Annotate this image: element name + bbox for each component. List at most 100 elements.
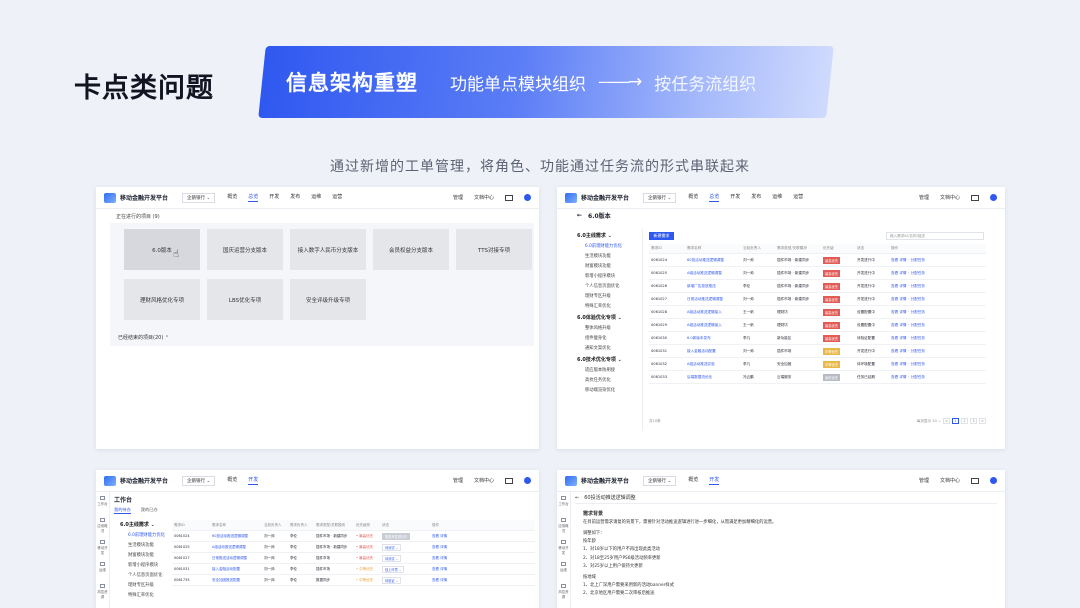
- table-row[interactable]: 0061027 日常活动推送逻辑调整 刘一帅 插件市场 · 新建同步 最高优先 开发进行中…: [649, 293, 986, 306]
- tree-item[interactable]: 6.0前理财能力优化: [571, 241, 642, 251]
- tab-todo[interactable]: 我的待办: [114, 507, 131, 514]
- requirement-name-link[interactable]: 日常推送活动逻辑调整: [212, 556, 264, 561]
- requirement-name-link[interactable]: 后端数据流优化: [687, 375, 743, 380]
- row-actions[interactable]: 查看 详情 ･ 分配任务: [891, 297, 986, 302]
- avatar[interactable]: [990, 194, 997, 201]
- table-row[interactable]: 0061026 新增广告投放推送 李伦 插件市场 · 新建同步 最高优先 开发进行中 查看 …: [649, 280, 986, 293]
- status-select[interactable]: 待测试 ⌄: [382, 543, 432, 551]
- avatar[interactable]: [524, 477, 531, 484]
- docs-link[interactable]: 文档中心: [940, 477, 960, 484]
- requirement-name-link[interactable]: A组活动推送逻辑接入: [687, 323, 743, 328]
- table-row[interactable]: 0061027 日常推送活动逻辑调整 刘一帅 李伦 插件市场 • 最高优先 待测试 ⌄ 查看 …: [172, 553, 535, 564]
- rail-item-overview[interactable]: 应用概况: [557, 514, 570, 536]
- nav-item[interactable]: 发布: [290, 193, 300, 202]
- tree-item[interactable]: 特殊汇率优化: [571, 301, 642, 311]
- nav-item[interactable]: 运维: [311, 193, 321, 202]
- rail-item-workbench[interactable]: 工作台: [96, 492, 109, 514]
- row-actions[interactable]: 查看 详情 ･ 分配任务: [891, 271, 986, 276]
- row-actions[interactable]: 查看 详情 ･ 分配任务: [891, 284, 986, 289]
- requirement-name-link[interactable]: A组活动推送逻辑调整: [687, 271, 743, 276]
- page-button[interactable]: 1: [952, 418, 959, 424]
- next-page-button[interactable]: >: [979, 418, 986, 424]
- row-actions[interactable]: 查看 详情 ･ 分配任务: [891, 310, 986, 315]
- requirement-name-link[interactable]: 日常活动推送逻辑调整: [687, 297, 743, 302]
- row-actions[interactable]: 查看 详情 ･ 分配任务: [891, 323, 986, 328]
- tree-item[interactable]: 理财专区升级: [114, 580, 170, 590]
- project-tile[interactable]: 安全评级升级专项: [290, 279, 366, 320]
- requirement-name-link[interactable]: 60投活动推送逻辑调整: [687, 258, 743, 263]
- mail-icon[interactable]: [505, 194, 513, 201]
- table-row[interactable]: 0061735 安全加固推送配置 刘一帅 李伦 数据同步 • 中等优先 待验证 ⌄ 查看 详情: [172, 575, 535, 586]
- docs-link[interactable]: 文档中心: [474, 194, 494, 201]
- page-button[interactable]: 2: [961, 418, 968, 424]
- table-row[interactable]: 0061033 后端数据流优化 冯云鹏 云端服务 最低优先 任务已延期 查看 详情 ･ 分配…: [649, 371, 986, 384]
- org-selector[interactable]: 企鹅银行 ⌄: [643, 475, 677, 486]
- row-actions[interactable]: 查看 详情: [432, 545, 535, 550]
- admin-link[interactable]: 管理: [919, 477, 929, 484]
- table-row[interactable]: 0061028 A组活动推送逻辑接入 王一帆 理财坊 最高优先 设置配置中 查看 详情 ･ …: [649, 306, 986, 319]
- requirement-name-link[interactable]: 60投活动推送逻辑调整: [212, 534, 264, 539]
- table-row[interactable]: 0061025 A组活动推送逻辑调整 刘一帅 插件市场 · 新建同步 最高优先 开发进行中…: [649, 267, 986, 280]
- table-row[interactable]: 0061031 接入金融活动配置 刘一帅 插件市场 中等优先 开发进行中 查看 详情 ･ 分…: [649, 345, 986, 358]
- tree-group[interactable]: 6.0体验优化专项 ⌄: [571, 311, 642, 323]
- row-actions[interactable]: 查看 详情: [432, 567, 535, 572]
- table-row[interactable]: 0061024 60投活动推送逻辑调整 刘一帅 李伦 插件市场 · 新建同步 • 最高优先…: [172, 531, 535, 542]
- table-row[interactable]: 0061031 接入金融活动配置 刘一帅 李伦 插件市场 • 中等优先 线上环境 ⌄ 查看 详…: [172, 564, 535, 575]
- org-selector[interactable]: 企鹅银行 ⌄: [643, 192, 677, 203]
- page-size-select[interactable]: 每页显示 10 ⌄: [917, 419, 941, 424]
- rail-item-risk[interactable]: 风控资源: [96, 580, 109, 602]
- requirement-name-link[interactable]: A组活动推送实验: [687, 362, 743, 367]
- requirement-name-link[interactable]: A组活动推送逻辑接入: [687, 310, 743, 315]
- org-selector[interactable]: 企鹅银行 ⌄: [182, 192, 216, 203]
- nav-item[interactable]: 概览: [227, 193, 237, 202]
- nav-item[interactable]: 运营: [793, 193, 803, 202]
- project-tile[interactable]: 6.0版本: [124, 229, 200, 270]
- tree-item[interactable]: 财富模块功能: [114, 550, 170, 560]
- project-tile[interactable]: 会员权益分支版本: [373, 229, 449, 270]
- tree-item[interactable]: 通知文案优化: [571, 343, 642, 353]
- requirement-name-link[interactable]: 6.0新版本发布: [687, 336, 743, 341]
- admin-link[interactable]: 管理: [919, 194, 929, 201]
- tree-item[interactable]: 个人信息页面优化: [571, 281, 642, 291]
- tree-item[interactable]: 生活模块功能: [114, 540, 170, 550]
- row-actions[interactable]: 查看 详情: [432, 556, 535, 561]
- search-input[interactable]: 输入需求ID/名称/描述: [886, 232, 984, 240]
- status-dropdown[interactable]: 待测试 ⌄: [382, 543, 402, 551]
- table-row[interactable]: 0061032 A组活动推送实验 李凡 安全加固 中等优先 待环境配置 查看 详情 ･ 分配…: [649, 358, 986, 371]
- docs-link[interactable]: 文档中心: [940, 194, 960, 201]
- table-row[interactable]: 0061029 A组活动推送逻辑接入 王一帆 理财坊 最高优先 设置配置中 查看 详情 ･ …: [649, 319, 986, 332]
- status-select[interactable]: 待验证 ⌄: [382, 576, 432, 584]
- nav-item-active[interactable]: 总览: [709, 193, 720, 202]
- finished-projects-toggle[interactable]: 已经结束的项目(20) ⌃: [118, 334, 169, 341]
- status-dropdown[interactable]: 线上环境 ⌄: [382, 565, 405, 573]
- nav-item[interactable]: 开发: [269, 193, 279, 202]
- page-button[interactable]: 3: [970, 418, 977, 424]
- tree-item[interactable]: 高抗任务优化: [571, 375, 642, 385]
- tab-done[interactable]: 我的已办: [141, 507, 158, 514]
- tree-group[interactable]: 6.0技术优化专项 ⌄: [571, 353, 642, 365]
- status-select[interactable]: 需求开发进行中: [382, 532, 432, 540]
- nav-item[interactable]: 概览: [227, 476, 237, 485]
- tree-item[interactable]: 整体风格升级: [571, 323, 642, 333]
- nav-item[interactable]: 运维: [772, 193, 782, 202]
- row-actions[interactable]: 查看 详情 ･ 分配任务: [891, 336, 986, 341]
- new-requirement-button[interactable]: 新建需求: [649, 232, 674, 240]
- tree-item[interactable]: 理财专区升级: [571, 291, 642, 301]
- row-actions[interactable]: 查看 详情: [432, 578, 535, 583]
- requirement-name-link[interactable]: 接入金融活动配置: [212, 567, 264, 572]
- rail-item-workbench[interactable]: 工作台: [557, 492, 570, 514]
- nav-item[interactable]: 概览: [688, 193, 698, 202]
- avatar[interactable]: [990, 477, 997, 484]
- tree-item[interactable]: 适应版本防刷接: [571, 365, 642, 375]
- tree-item[interactable]: 新增小程序模块: [114, 560, 170, 570]
- back-arrow-icon[interactable]: ←: [577, 212, 582, 219]
- status-select[interactable]: 待测试 ⌄: [382, 554, 432, 562]
- tree-item[interactable]: 新增小程序模块: [571, 271, 642, 281]
- org-selector[interactable]: 企鹅银行 ⌄: [182, 475, 216, 486]
- row-actions[interactable]: 查看 详情 ･ 分配任务: [891, 258, 986, 263]
- status-dropdown[interactable]: 待测试 ⌄: [382, 554, 402, 562]
- rail-item-overview[interactable]: 应用概况: [96, 514, 109, 536]
- nav-item-active[interactable]: 开发: [248, 476, 259, 485]
- docs-link[interactable]: 文档中心: [474, 477, 494, 484]
- rail-item-ops[interactable]: 运维: [557, 558, 570, 580]
